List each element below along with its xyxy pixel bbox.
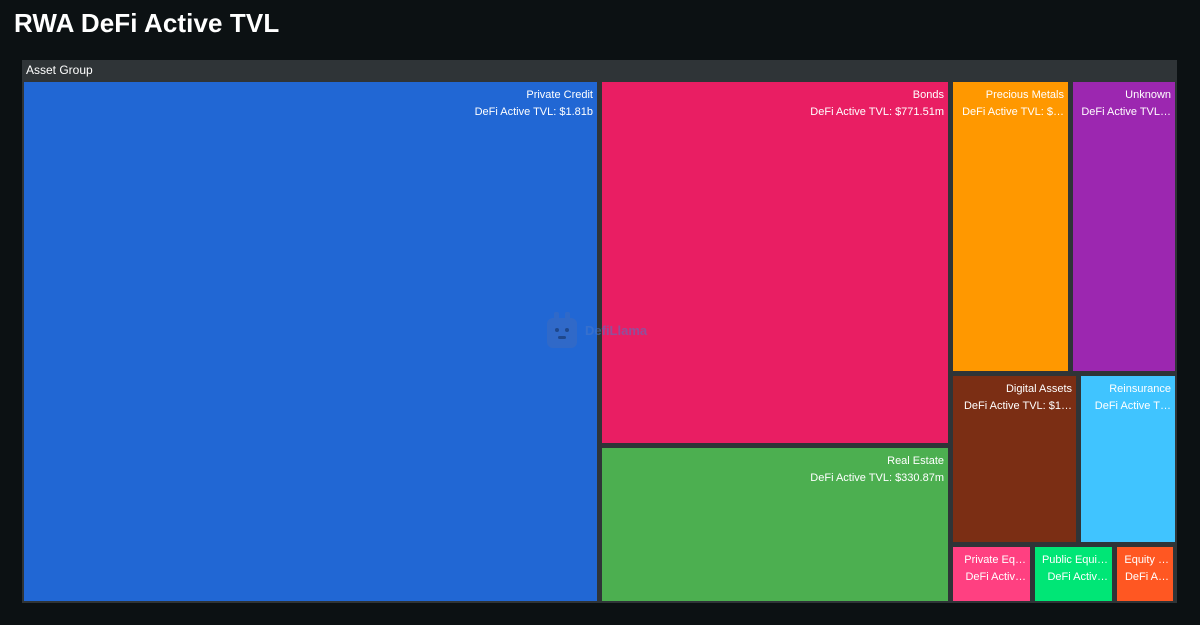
- tile-name-real-estate: Real Estate: [887, 455, 944, 467]
- treemap-tile-private-equity[interactable]: Private Eq… DeFi Activ…: [953, 547, 1030, 601]
- asset-group-header[interactable]: Asset Group: [22, 60, 1177, 80]
- treemap-tile-digital-assets[interactable]: Digital Assets DeFi Active TVL: $1…: [953, 376, 1076, 542]
- treemap-tile-public-equity[interactable]: Public Equi… DeFi Activ…: [1035, 547, 1112, 601]
- tile-value-reinsurance: DeFi Active T…: [1094, 400, 1171, 412]
- tile-value-precious-metals: DeFi Active TVL: $…: [962, 106, 1064, 118]
- treemap-tile-unknown[interactable]: Unknown DeFi Active TVL…: [1073, 82, 1175, 371]
- tile-name-reinsurance: Reinsurance: [1109, 383, 1171, 395]
- tile-value-unknown: DeFi Active TVL…: [1081, 106, 1171, 118]
- tile-name-private-equity: Private Eq…: [964, 554, 1026, 566]
- treemap-chart: Asset Group Private Credit DeFi Active TV…: [22, 60, 1177, 603]
- treemap-tile-real-estate[interactable]: Real Estate DeFi Active TVL: $330.87m: [602, 448, 948, 601]
- treemap-tile-bonds[interactable]: Bonds DeFi Active TVL: $771.51m: [602, 82, 948, 443]
- tile-name-bonds: Bonds: [912, 89, 944, 101]
- tile-value-private-credit: DeFi Active TVL: $1.81b: [474, 106, 593, 118]
- asset-group-label: Asset Group: [26, 63, 93, 77]
- treemap-tile-equity[interactable]: Equity … DeFi A…: [1117, 547, 1173, 601]
- treemap-tile-reinsurance[interactable]: Reinsurance DeFi Active T…: [1081, 376, 1175, 542]
- tile-name-precious-metals: Precious Metals: [985, 89, 1064, 101]
- tile-value-public-equity: DeFi Activ…: [1047, 571, 1108, 583]
- treemap-tile-private-credit[interactable]: Private Credit DeFi Active TVL: $1.81b: [24, 82, 597, 601]
- tile-value-equity: DeFi A…: [1124, 571, 1169, 583]
- tile-value-private-equity: DeFi Activ…: [965, 571, 1026, 583]
- tile-name-public-equity: Public Equi…: [1041, 554, 1108, 566]
- page-title: RWA DeFi Active TVL: [14, 8, 280, 38]
- tile-name-unknown: Unknown: [1125, 89, 1171, 101]
- tile-value-bonds: DeFi Active TVL: $771.51m: [810, 106, 944, 118]
- tile-value-real-estate: DeFi Active TVL: $330.87m: [810, 472, 944, 484]
- treemap-tile-precious-metals[interactable]: Precious Metals DeFi Active TVL: $…: [953, 82, 1068, 371]
- tile-name-equity: Equity …: [1124, 554, 1169, 566]
- tile-name-digital-assets: Digital Assets: [1005, 383, 1072, 395]
- tile-name-private-credit: Private Credit: [526, 89, 593, 101]
- tile-value-digital-assets: DeFi Active TVL: $1…: [963, 400, 1072, 412]
